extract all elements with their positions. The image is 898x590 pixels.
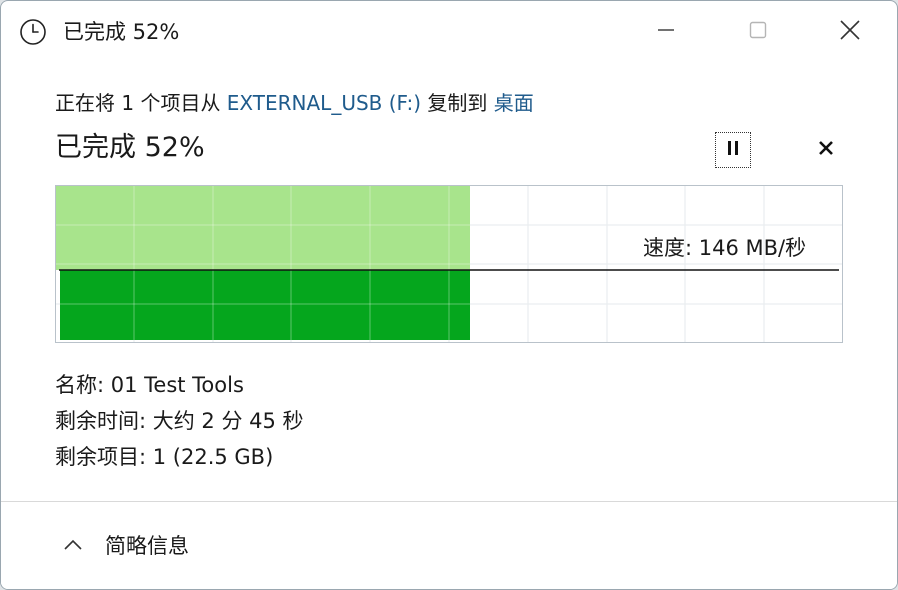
cancel-button[interactable] [809,133,843,167]
minimize-icon [656,20,676,44]
destination-link[interactable]: 桌面 [494,91,534,115]
progress-fill-dark [60,270,470,340]
close-icon [839,19,861,45]
progress-fill-light [56,186,470,270]
pause-button[interactable] [715,132,751,168]
file-name: 名称: 01 Test Tools [55,373,244,397]
maximize-button[interactable] [735,13,781,51]
chevron-up-icon [59,535,87,555]
speed-label: 速度: 146 MB/秒 [643,236,807,260]
fewer-details-label: 简略信息 [105,534,189,558]
maximize-icon [748,20,768,44]
items-remaining: 剩余项目: 1 (22.5 GB) [55,445,274,469]
title-bar: 已完成 52% [1,1,897,63]
window-title: 已完成 52% [63,20,180,44]
source-link[interactable]: EXTERNAL_USB (F:) [227,91,421,115]
transfer-details: 名称: 01 Test Tools 剩余时间: 大约 2 分 45 秒 剩余项目… [55,367,304,475]
cancel-icon [818,140,834,160]
close-button[interactable] [827,13,873,51]
minimize-button[interactable] [643,13,689,51]
progress-heading: 已完成 52% [55,132,205,163]
transfer-speed-graph [55,185,843,343]
pause-icon [725,139,741,161]
fewer-details-toggle[interactable]: 简略信息 [59,527,189,563]
copy-progress-dialog: 已完成 52% 正在将 1 个项目从 EXTERNAL_USB (F:) 复制到… [0,0,898,590]
time-remaining: 剩余时间: 大约 2 分 45 秒 [55,409,304,433]
copy-middle-text: 复制到 [421,91,494,115]
copy-prefix-text: 正在将 1 个项目从 [55,91,227,115]
clock-icon [19,18,47,46]
copy-description: 正在将 1 个项目从 EXTERNAL_USB (F:) 复制到 桌面 [55,89,534,117]
